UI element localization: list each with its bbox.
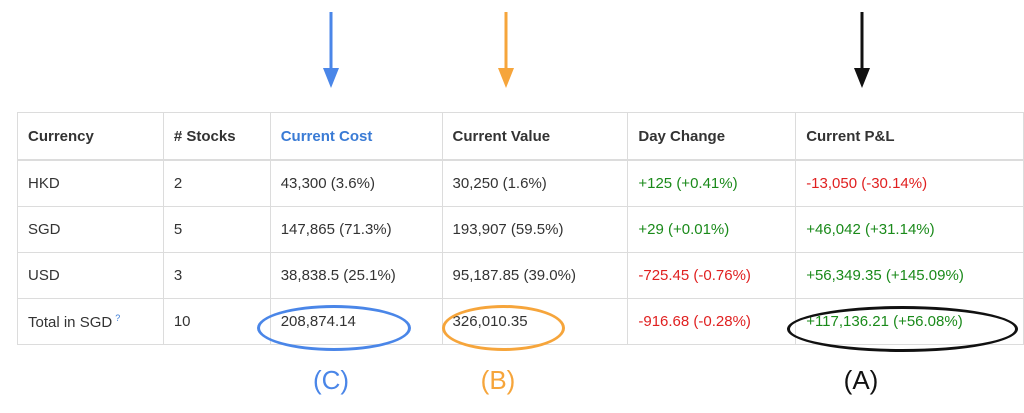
cell-currency: SGD — [17, 206, 164, 253]
cell-stocks: 5 — [162, 206, 271, 253]
cell-day-change: -916.68 (-0.28%) — [627, 298, 797, 345]
cell-value: 95,187.85 (39.0%) — [441, 252, 629, 299]
highlight-ellipse-current-pnl — [787, 306, 1018, 352]
cell-currency: USD — [17, 252, 164, 299]
header-day-change[interactable]: Day Change — [627, 112, 797, 161]
annotation-label-c: (C) — [312, 365, 350, 395]
arrow-down-icon — [854, 12, 870, 88]
cell-cost: 147,865 (71.3%) — [269, 206, 443, 253]
cell-currency: Total in SGD? — [17, 298, 164, 345]
cell-cost: 38,838.5 (25.1%) — [269, 252, 443, 299]
table-row: SGD 5 147,865 (71.3%) 193,907 (59.5%) +2… — [17, 206, 1024, 253]
header-currency[interactable]: Currency — [17, 112, 164, 161]
cell-pnl: +46,042 (+31.14%) — [795, 206, 1024, 253]
cell-pnl: +56,349.35 (+145.09%) — [795, 252, 1024, 299]
highlight-ellipse-current-cost — [257, 305, 411, 351]
help-icon[interactable]: ? — [115, 313, 120, 323]
cell-value: 30,250 (1.6%) — [441, 159, 629, 207]
cell-cost: 43,300 (3.6%) — [269, 159, 443, 207]
total-label: Total in SGD — [28, 313, 113, 331]
cell-stocks: 2 — [162, 159, 271, 207]
header-current-value[interactable]: Current Value — [441, 112, 629, 161]
table-row: HKD 2 43,300 (3.6%) 30,250 (1.6%) +125 (… — [17, 159, 1024, 207]
annotation-label-a: (A) — [843, 365, 879, 395]
cell-day-change: -725.45 (-0.76%) — [627, 252, 797, 299]
cell-stocks: 3 — [162, 252, 271, 299]
cell-currency: HKD — [17, 159, 164, 207]
header-current-cost[interactable]: Current Cost — [269, 112, 443, 161]
header-current-pnl[interactable]: Current P&L — [795, 112, 1024, 161]
cell-value: 193,907 (59.5%) — [441, 206, 629, 253]
cell-stocks: 10 — [162, 298, 271, 345]
cell-day-change: +29 (+0.01%) — [627, 206, 797, 253]
annotation-label-b: (B) — [480, 365, 516, 395]
table-row: USD 3 38,838.5 (25.1%) 95,187.85 (39.0%)… — [17, 252, 1024, 299]
header-stocks[interactable]: # Stocks — [162, 112, 271, 161]
arrow-down-icon — [323, 12, 339, 88]
cell-pnl: -13,050 (-30.14%) — [795, 159, 1024, 207]
cell-day-change: +125 (+0.41%) — [627, 159, 797, 207]
highlight-ellipse-current-value — [442, 305, 565, 351]
arrow-down-icon — [498, 12, 514, 88]
table-header-row: Currency # Stocks Current Cost Current V… — [17, 112, 1024, 161]
